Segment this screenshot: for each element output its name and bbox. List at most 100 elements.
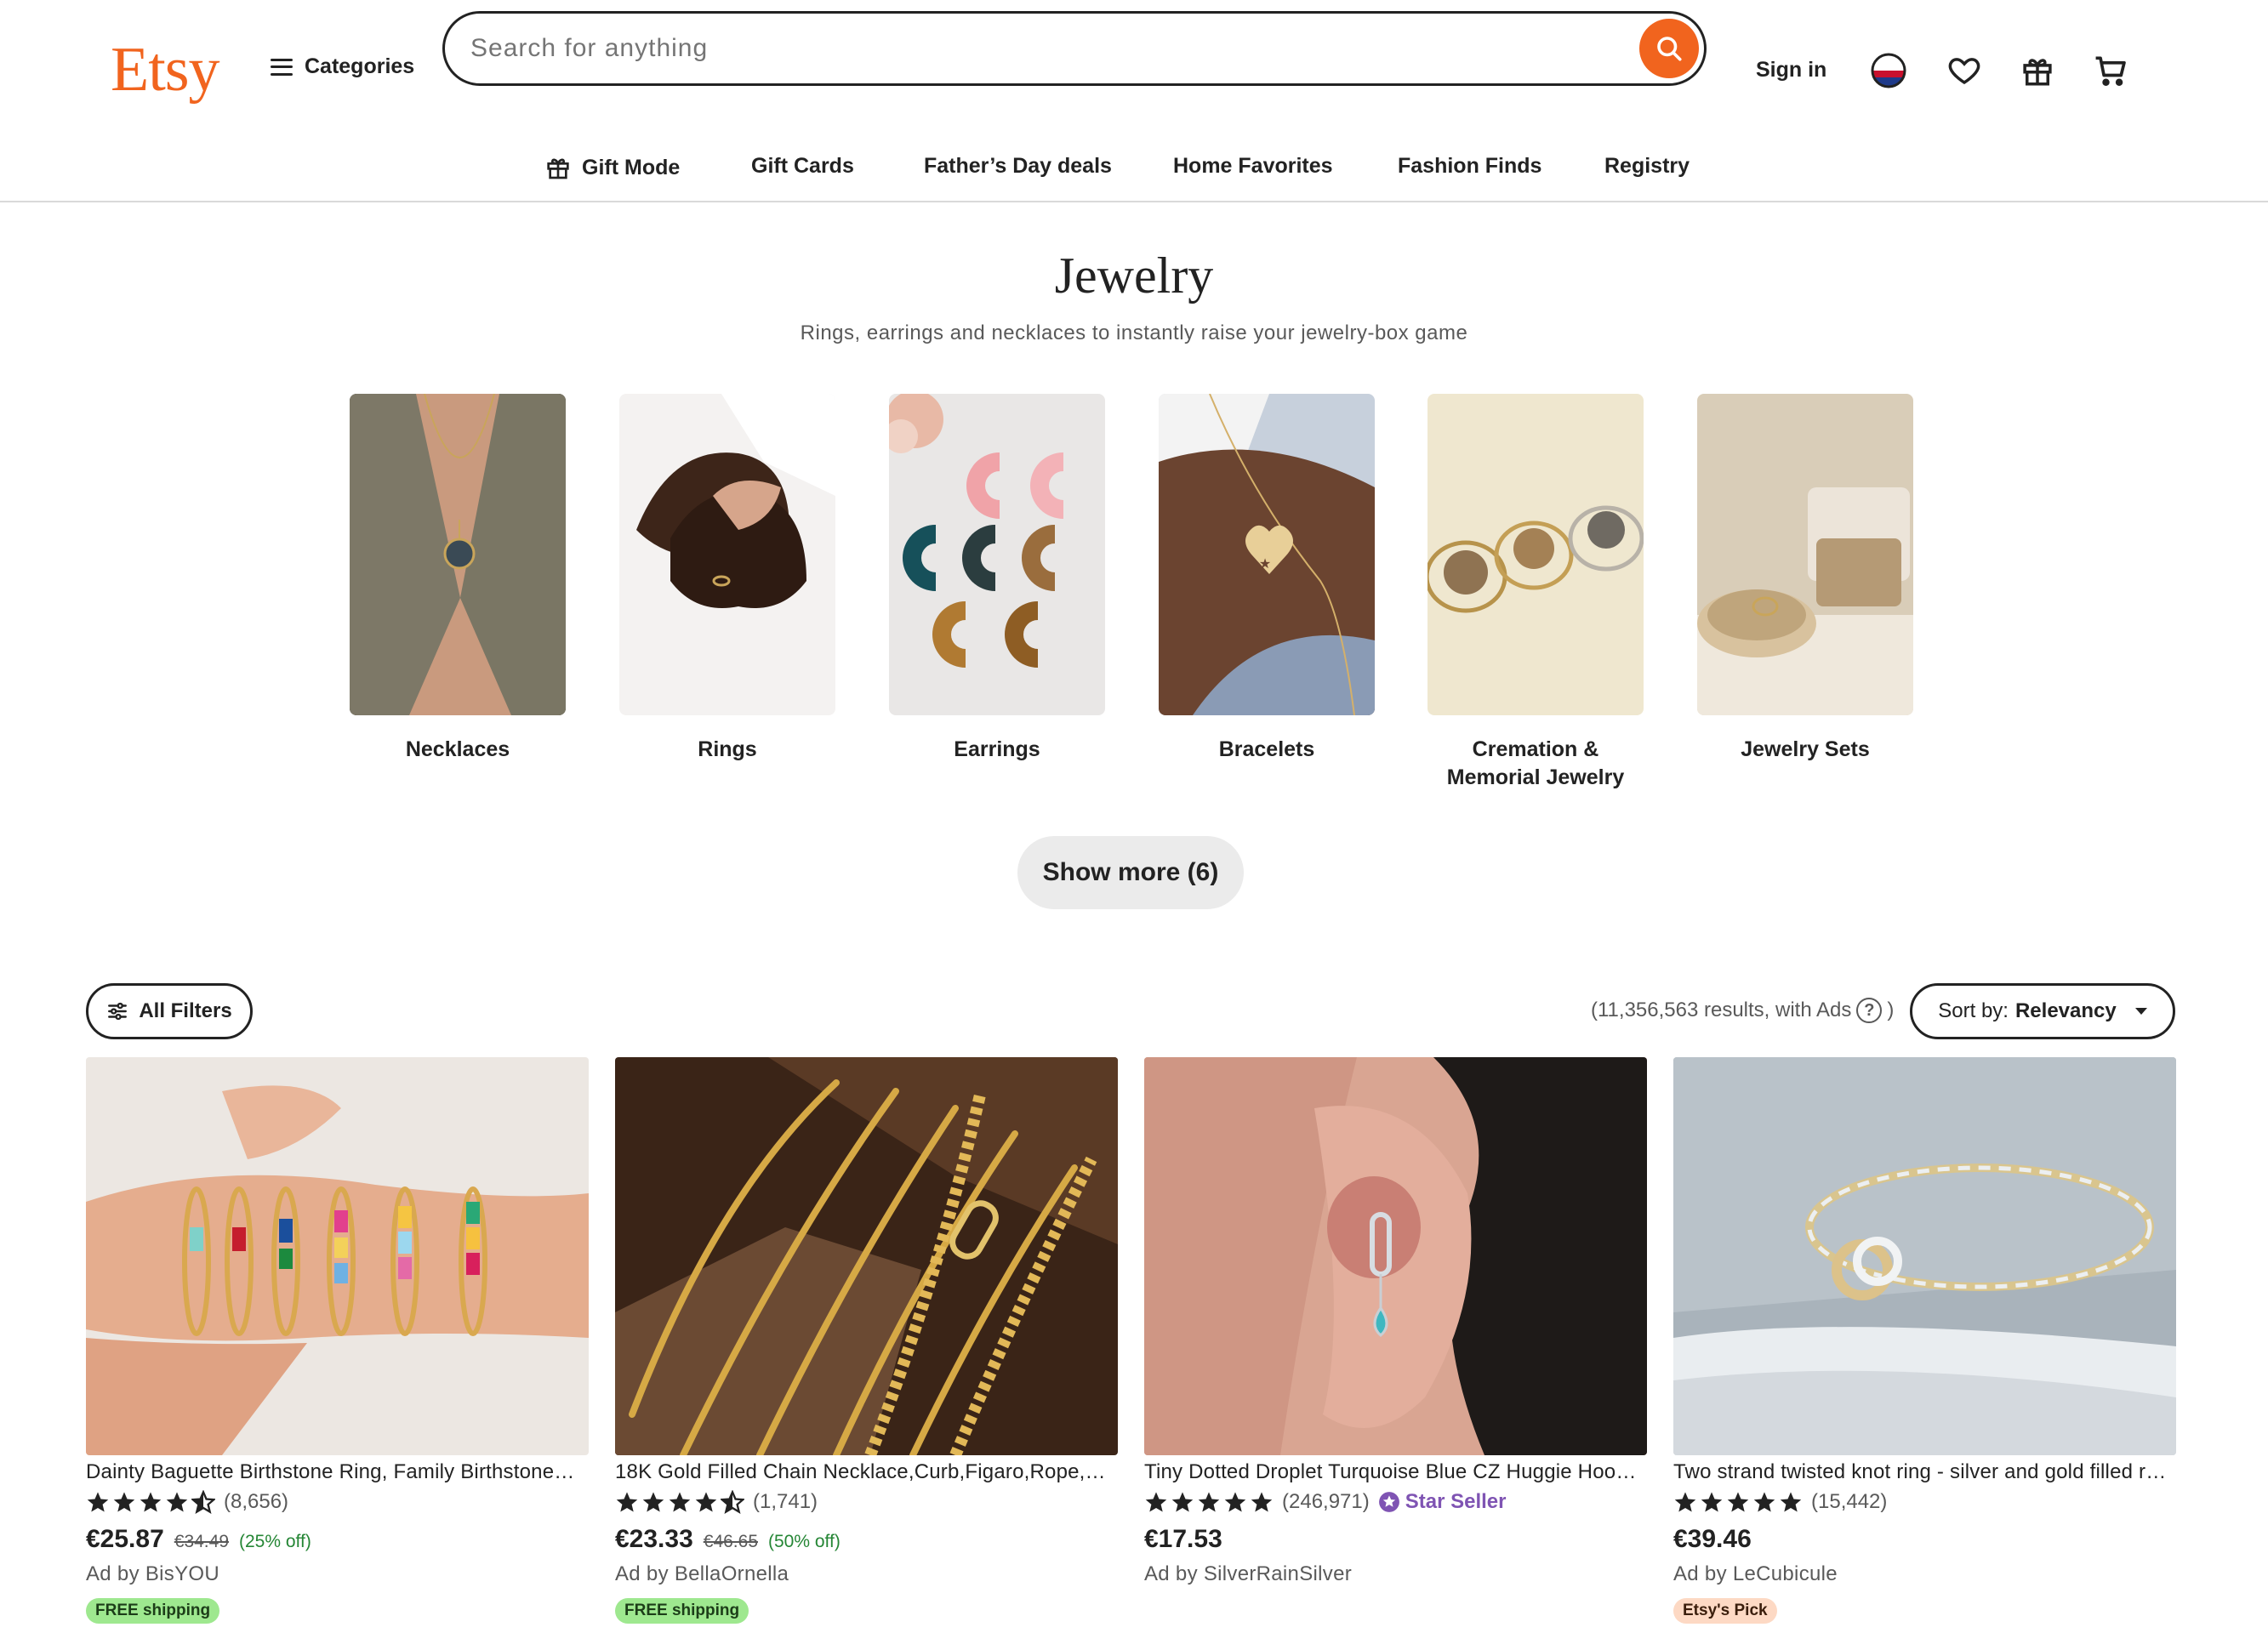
category-cremation-memorial-jewelry[interactable]: Cremation & Memorial Jewelry — [1427, 394, 1644, 792]
category-subnav: Gift Mode Gift Cards Father’s Day deals … — [0, 143, 2268, 202]
free-shipping-badge: FREE shipping — [615, 1598, 749, 1624]
gift-icon — [547, 158, 569, 179]
review-count: (246,971) — [1282, 1490, 1370, 1513]
site-header: Etsy Categories Sign in — [0, 0, 2268, 128]
etsys-pick-badge: Etsy's Pick — [1673, 1598, 1777, 1624]
product-title: Two strand twisted knot ring - silver an… — [1673, 1460, 2167, 1483]
category-label: Cremation & Memorial Jewelry — [1446, 737, 1625, 789]
search-input[interactable] — [470, 29, 1610, 68]
gift-mode-header-button[interactable] — [2018, 51, 2057, 90]
product-rating: (8,656) — [86, 1489, 589, 1515]
star-icon — [1753, 1492, 1775, 1512]
category-label: Earrings — [954, 737, 1040, 761]
star-icon — [1674, 1492, 1696, 1512]
price-row: €25.87 €34.49 (25% off) — [86, 1525, 589, 1554]
discount-percent: (25% off) — [239, 1532, 311, 1551]
product-image — [86, 1057, 589, 1455]
review-count: (1,741) — [753, 1490, 818, 1513]
category-bracelets[interactable]: ★ Bracelets — [1159, 394, 1375, 764]
star-seller-badge: Star Seller — [1378, 1490, 1506, 1514]
original-price: €34.49 — [174, 1532, 229, 1551]
star-icon — [695, 1492, 717, 1512]
price-row: €39.46 — [1673, 1525, 2176, 1554]
heart-icon — [1948, 58, 1980, 85]
gift-icon — [2023, 59, 2052, 86]
star-icon — [113, 1492, 135, 1512]
search-button[interactable] — [1639, 19, 1699, 78]
product-image — [615, 1057, 1118, 1455]
free-shipping-badge: FREE shipping — [86, 1598, 220, 1624]
favorites-button[interactable] — [1945, 51, 1984, 90]
product-card[interactable]: Dainty Baguette Birthstone Ring, Family … — [86, 1057, 589, 1624]
sale-price: €25.87 — [86, 1525, 164, 1553]
category-jewelry-sets[interactable]: Jewelry Sets — [1697, 394, 1913, 764]
category-label: Jewelry Sets — [1741, 737, 1870, 761]
star-rating — [615, 1490, 744, 1514]
search-bar — [442, 11, 1707, 86]
category-image — [1697, 394, 1913, 715]
product-card[interactable]: Two strand twisted knot ring - silver an… — [1673, 1057, 2176, 1624]
caret-down-icon — [2134, 1008, 2147, 1015]
subnav-label: Home Favorites — [1173, 154, 1333, 178]
shop-name: Ad by BisYOU — [86, 1562, 219, 1585]
category-necklaces[interactable]: Necklaces — [350, 394, 566, 764]
shop-name: Ad by LeCubicule — [1673, 1562, 1838, 1585]
product-rating: (15,442) — [1673, 1489, 2176, 1515]
subnav-home-favorites[interactable]: Home Favorites — [1173, 154, 1333, 179]
page-title: Jewelry — [1054, 248, 1214, 304]
category-label: Rings — [698, 737, 757, 761]
all-filters-label: All Filters — [139, 999, 232, 1022]
product-title: 18K Gold Filled Chain Necklace,Curb,Figa… — [615, 1460, 1108, 1483]
subnav-registry[interactable]: Registry — [1604, 154, 1690, 179]
categories-menu-button[interactable]: Categories — [271, 54, 414, 79]
sale-price: €23.33 — [615, 1525, 693, 1553]
cart-icon — [2095, 56, 2126, 86]
product-rating: (246,971) Star Seller — [1144, 1489, 1647, 1515]
shop-name: Ad by SilverRainSilver — [1144, 1562, 1353, 1585]
ads-info-icon[interactable]: ? — [1856, 998, 1883, 1023]
subnav-gift-mode[interactable]: Gift Mode — [544, 154, 680, 181]
category-earrings[interactable]: Earrings — [889, 394, 1105, 764]
star-rating — [1144, 1490, 1274, 1514]
subnav-fashion-finds[interactable]: Fashion Finds — [1398, 154, 1541, 179]
categories-label: Categories — [305, 54, 415, 78]
review-count: (8,656) — [224, 1490, 289, 1513]
subnav-label: Gift Cards — [751, 154, 854, 178]
menu-icon — [271, 58, 293, 76]
cart-button[interactable] — [2091, 51, 2130, 90]
star-icon — [1251, 1492, 1273, 1512]
subnav-fathers-day-deals[interactable]: Father’s Day deals — [924, 154, 1112, 179]
category-label: Bracelets — [1218, 737, 1315, 761]
sale-price: €39.46 — [1673, 1525, 1752, 1553]
star-icon — [166, 1492, 188, 1512]
product-card[interactable]: 18K Gold Filled Chain Necklace,Curb,Figa… — [615, 1057, 1118, 1624]
star-icon — [642, 1492, 664, 1512]
category-image: ★ — [1159, 394, 1375, 715]
half-star-icon — [721, 1490, 744, 1514]
product-title: Tiny Dotted Droplet Turquoise Blue CZ Hu… — [1144, 1460, 1638, 1483]
search-icon — [1657, 37, 1682, 61]
subnav-label: Gift Mode — [582, 155, 681, 179]
subnav-gift-cards[interactable]: Gift Cards — [751, 154, 854, 179]
subnav-label: Fashion Finds — [1398, 154, 1542, 178]
product-card[interactable]: Tiny Dotted Droplet Turquoise Blue CZ Hu… — [1144, 1057, 1647, 1586]
product-image — [1673, 1057, 2176, 1455]
results-text: (11,356,563 results, with Ads — [1591, 999, 1852, 1021]
sort-dropdown[interactable]: Sort by: Relevancy — [1910, 983, 2175, 1039]
product-rating: (1,741) — [615, 1489, 1118, 1515]
product-image — [1144, 1057, 1647, 1455]
etsy-logo[interactable]: Etsy — [111, 34, 220, 106]
filter-sliders-icon — [108, 1002, 128, 1021]
all-filters-button[interactable]: All Filters — [86, 983, 253, 1039]
category-image — [889, 394, 1105, 715]
star-icon — [140, 1492, 162, 1512]
category-rings[interactable]: Rings — [619, 394, 835, 764]
results-close-paren: ) — [1887, 999, 1895, 1021]
category-image — [350, 394, 566, 715]
star-icon — [1198, 1492, 1220, 1512]
show-more-button[interactable]: Show more (6) — [1017, 836, 1244, 909]
star-icon — [1145, 1492, 1167, 1512]
sign-in-link[interactable]: Sign in — [1756, 58, 1826, 82]
price-row: €17.53 — [1144, 1525, 1647, 1554]
region-flag-button[interactable] — [1869, 51, 1908, 90]
